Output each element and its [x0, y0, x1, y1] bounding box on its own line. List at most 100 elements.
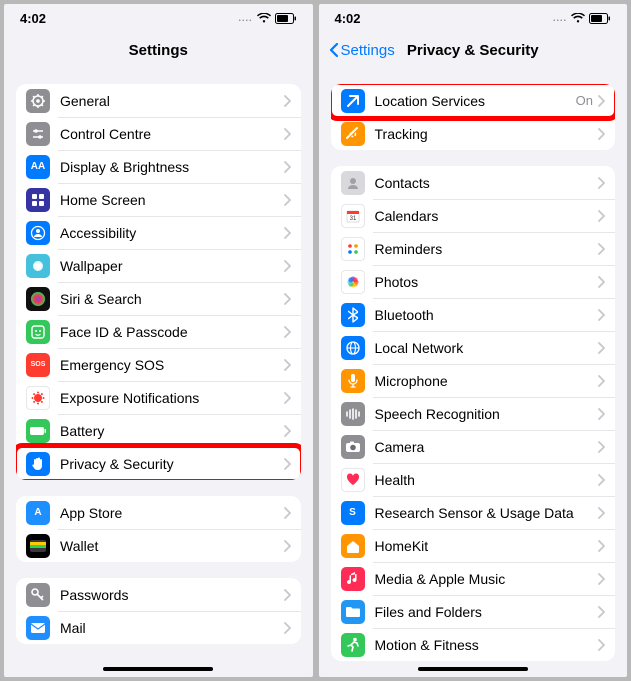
row-sos[interactable]: SOS Emergency SOS [16, 348, 301, 381]
settings-group: General Control Centre AADisplay & Brightn… [16, 84, 301, 480]
row-label: Files and Folders [375, 604, 598, 620]
row-mail[interactable]: Mail [16, 611, 301, 644]
settings-group: Passwords Mail [16, 578, 301, 644]
row-label: Camera [375, 439, 598, 455]
cellular-dots-icon: .... [553, 13, 567, 23]
row-calendars[interactable]: 31Calendars [331, 199, 616, 232]
chevron-right-icon [283, 359, 291, 371]
chevron-right-icon [597, 540, 605, 552]
row-contacts[interactable]: Contacts [331, 166, 616, 199]
row-mic[interactable]: Microphone [331, 364, 616, 397]
battery-icon [26, 419, 50, 443]
row-location[interactable]: Location ServicesOn [331, 84, 616, 117]
row-research[interactable]: SResearch Sensor & Usage Data [331, 496, 616, 529]
display-icon: AA [26, 155, 50, 179]
row-value: On [576, 93, 593, 108]
row-homescreen[interactable]: Home Screen [16, 183, 301, 216]
row-label: Location Services [375, 93, 576, 109]
row-label: Bluetooth [375, 307, 598, 323]
row-reminders[interactable]: Reminders [331, 232, 616, 265]
row-label: Microphone [375, 373, 598, 389]
row-passwords[interactable]: Passwords [16, 578, 301, 611]
row-faceid[interactable]: Face ID & Passcode [16, 315, 301, 348]
row-homekit[interactable]: HomeKit [331, 529, 616, 562]
row-label: Motion & Fitness [375, 637, 598, 653]
row-label: Mail [60, 620, 283, 636]
battery-icon [589, 13, 611, 24]
row-label: Control Centre [60, 126, 283, 142]
row-exposure[interactable]: Exposure Notifications [16, 381, 301, 414]
row-bluetooth[interactable]: Bluetooth [331, 298, 616, 331]
chevron-right-icon [283, 392, 291, 404]
phone-privacy: 4:02 .... Settings Privacy & Security Lo… [319, 4, 628, 677]
row-camera[interactable]: Camera [331, 430, 616, 463]
chevron-right-icon [283, 425, 291, 437]
row-general[interactable]: General [16, 84, 301, 117]
row-label: Accessibility [60, 225, 283, 241]
row-wallpaper[interactable]: Wallpaper [16, 249, 301, 282]
location-icon [341, 89, 365, 113]
wallet-icon [26, 534, 50, 558]
row-appstore[interactable]: AApp Store [16, 496, 301, 529]
accessibility-icon [26, 221, 50, 245]
row-display[interactable]: AADisplay & Brightness [16, 150, 301, 183]
row-accessibility[interactable]: Accessibility [16, 216, 301, 249]
faceid-icon [26, 320, 50, 344]
privacy-icon [26, 452, 50, 476]
row-media[interactable]: Media & Apple Music [331, 562, 616, 595]
mail-icon [26, 616, 50, 640]
status-bar: 4:02 .... [4, 4, 313, 32]
chevron-right-icon [597, 606, 605, 618]
localnet-icon [341, 336, 365, 360]
row-label: Reminders [375, 241, 598, 257]
row-photos[interactable]: Photos [331, 265, 616, 298]
row-health[interactable]: Health [331, 463, 616, 496]
row-siri[interactable]: Siri & Search [16, 282, 301, 315]
row-motion[interactable]: Motion & Fitness [331, 628, 616, 661]
row-label: Passwords [60, 587, 283, 603]
home-indicator[interactable] [103, 667, 213, 671]
row-label: HomeKit [375, 538, 598, 554]
mic-icon [341, 369, 365, 393]
back-label: Settings [341, 42, 395, 59]
chevron-right-icon [597, 639, 605, 651]
back-button[interactable]: Settings [329, 42, 395, 59]
chevron-right-icon [283, 227, 291, 239]
row-control-centre[interactable]: Control Centre [16, 117, 301, 150]
chevron-right-icon [597, 95, 605, 107]
row-wallet[interactable]: Wallet [16, 529, 301, 562]
research-icon: S [341, 501, 365, 525]
files-icon [341, 600, 365, 624]
row-label: Emergency SOS [60, 357, 283, 373]
row-files[interactable]: Files and Folders [331, 595, 616, 628]
privacy-list[interactable]: Location ServicesOnTrackingContacts31Cal… [319, 68, 628, 677]
svg-text:31: 31 [349, 216, 356, 222]
home-indicator[interactable] [418, 667, 528, 671]
chevron-right-icon [283, 194, 291, 206]
battery-icon [275, 13, 297, 24]
page-title: Settings [129, 42, 188, 59]
chevron-right-icon [597, 177, 605, 189]
row-battery[interactable]: Battery [16, 414, 301, 447]
row-label: Home Screen [60, 192, 283, 208]
row-localnet[interactable]: Local Network [331, 331, 616, 364]
chevron-right-icon [283, 326, 291, 338]
media-icon [341, 567, 365, 591]
settings-list[interactable]: General Control Centre AADisplay & Brightn… [4, 68, 313, 677]
row-label: Photos [375, 274, 598, 290]
homescreen-icon [26, 188, 50, 212]
chevron-right-icon [597, 375, 605, 387]
chevron-right-icon [283, 507, 291, 519]
row-label: Exposure Notifications [60, 390, 283, 406]
row-label: Wallet [60, 538, 283, 554]
sos-icon: SOS [26, 353, 50, 377]
cellular-dots-icon: .... [238, 13, 252, 23]
chevron-right-icon [597, 573, 605, 585]
chevron-right-icon [597, 210, 605, 222]
row-privacy[interactable]: Privacy & Security [16, 447, 301, 480]
exposure-icon [26, 386, 50, 410]
contacts-icon [341, 171, 365, 195]
row-tracking[interactable]: Tracking [331, 117, 616, 150]
chevron-right-icon [283, 293, 291, 305]
row-speech[interactable]: Speech Recognition [331, 397, 616, 430]
